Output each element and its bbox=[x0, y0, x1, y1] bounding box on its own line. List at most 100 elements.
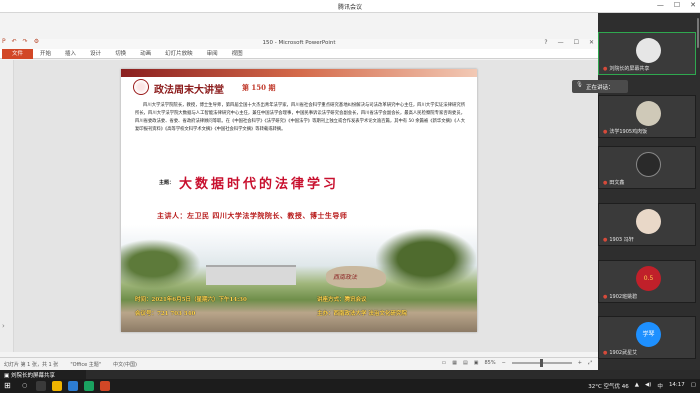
tree-right bbox=[376, 229, 476, 289]
participant-name: 1902班姚碧 bbox=[609, 294, 638, 300]
speaker-bio: 四川大学法学院院长，教授，博士生导师，第四届全国十大杰出青年法学家，四川省社会科… bbox=[135, 103, 465, 133]
mic-muted-icon: ● bbox=[603, 180, 608, 186]
ppt-window-controls: ? — ☐ ✕ bbox=[544, 39, 594, 46]
zoom-level[interactable]: 85% bbox=[484, 360, 495, 366]
tab-view[interactable]: 视图 bbox=[225, 49, 250, 59]
lecture-series-title: 政法周末大讲堂 bbox=[154, 85, 224, 96]
minimize-icon[interactable]: — bbox=[657, 1, 664, 9]
participant-name: 刘院长的屏幕共享 bbox=[609, 66, 650, 72]
slide-top-band bbox=[121, 69, 477, 77]
building bbox=[206, 265, 296, 285]
mic-muted-icon: ● bbox=[603, 129, 608, 135]
normal-view-icon[interactable]: ▭ bbox=[442, 360, 447, 366]
zoom-out-icon[interactable]: − bbox=[502, 360, 506, 366]
zoom-knob[interactable] bbox=[539, 359, 543, 367]
participant-name: 1903 冯轩 bbox=[609, 237, 634, 243]
speaker-line: 主讲人：左卫民 四川大学法学院院长、教授、博士生导师 bbox=[157, 211, 348, 220]
avatar bbox=[636, 152, 661, 177]
taskview-icon[interactable] bbox=[36, 381, 46, 391]
theme-name: "Office 主题" bbox=[70, 362, 102, 368]
slide[interactable]: 政法周末大讲堂 第 150 期 四川大学法学院院长，教授，博士生导师，第四届全国… bbox=[121, 69, 477, 332]
zoom-in-icon[interactable]: + bbox=[578, 360, 582, 366]
ribbon-tabs: 文件 开始 插入 设计 切换 动画 幻灯片放映 审阅 视图 bbox=[0, 48, 598, 59]
search-icon[interactable]: ○ bbox=[22, 382, 27, 389]
tab-design[interactable]: 设计 bbox=[83, 49, 108, 59]
avatar bbox=[636, 209, 661, 234]
browser-icon[interactable] bbox=[68, 381, 78, 391]
screen: 腾讯会议 — ☐ ✕ P ↶ ↷ ⚙ 150 - Microsoft Power… bbox=[0, 0, 700, 393]
avatar bbox=[636, 101, 661, 126]
tab-insert[interactable]: 插入 bbox=[58, 49, 83, 59]
tab-review[interactable]: 审阅 bbox=[200, 49, 225, 59]
participant-name: 田文鑫 bbox=[609, 180, 625, 186]
panel-scrollbar[interactable] bbox=[697, 18, 699, 48]
powerpoint-icon[interactable] bbox=[100, 381, 110, 391]
close-icon[interactable]: ✕ bbox=[690, 1, 696, 9]
slideshow-view-icon[interactable]: ▣ bbox=[474, 360, 479, 366]
clock[interactable]: 14:17 bbox=[669, 382, 685, 390]
lecture-method: 讲座方式：腾讯会议 bbox=[317, 297, 367, 303]
organizer: 主办：西南政法大学 法治文化研究院 bbox=[317, 311, 407, 317]
meeting-app-icon[interactable] bbox=[84, 381, 94, 391]
sorter-view-icon[interactable]: ▦ bbox=[452, 360, 457, 366]
thumbnail-pane[interactable]: › bbox=[0, 60, 14, 352]
participant-tile[interactable]: 学琴 ● 1902武星艾 bbox=[598, 316, 696, 359]
lecture-time: 时间：2021年6月5日（星期六）下午14:30 bbox=[135, 297, 247, 303]
tab-transitions[interactable]: 切换 bbox=[108, 49, 133, 59]
participant-tile[interactable]: ● 田文鑫 bbox=[598, 146, 696, 189]
minimize-icon[interactable]: — bbox=[558, 39, 564, 46]
zoom-slider[interactable] bbox=[511, 359, 572, 367]
taskbar: ⊞ ○ 32°C 空气优 46 ▲ ◀) 中 14:17 ▢ bbox=[0, 379, 700, 393]
close-icon[interactable]: ✕ bbox=[589, 39, 594, 46]
participant-name: 法学1905鸡肉饭 bbox=[609, 129, 648, 135]
fit-slide-icon[interactable]: ⤢ bbox=[588, 360, 592, 366]
system-tray: 32°C 空气优 46 ▲ ◀) 中 14:17 ▢ bbox=[588, 382, 696, 390]
mic-muted-icon: ● bbox=[603, 350, 608, 356]
network-icon[interactable]: ▲ bbox=[635, 382, 639, 390]
mic-muted-icon: ● bbox=[603, 66, 608, 72]
tree-left bbox=[121, 239, 201, 289]
tab-file[interactable]: 文件 bbox=[2, 48, 34, 59]
issue-number: 第 150 期 bbox=[242, 83, 276, 92]
screen-share-notice[interactable]: ▣ 刘院长的屏幕共享 bbox=[0, 370, 86, 379]
input-method[interactable]: 中 bbox=[657, 382, 663, 390]
start-icon[interactable]: ⊞ bbox=[4, 381, 11, 390]
tab-home[interactable]: 开始 bbox=[33, 49, 58, 59]
maximize-icon[interactable]: ☐ bbox=[674, 1, 680, 9]
avatar bbox=[636, 38, 661, 63]
mic-muted-icon: ● bbox=[603, 237, 608, 243]
participant-tile[interactable]: ● 法学1905鸡肉饭 bbox=[598, 95, 696, 138]
meeting-number: 会议号：721 703 340 bbox=[135, 311, 196, 317]
participant-tile[interactable]: 0.5 ● 1902班姚碧 bbox=[598, 260, 696, 303]
participant-tile[interactable]: ● 刘院长的屏幕共享 bbox=[598, 32, 696, 75]
avatar: 学琴 bbox=[636, 322, 661, 347]
ppt-status-bar: 幻灯片 第 1 张，共 1 张 "Office 主题" 中文(中国) ▭ ▦ ▤… bbox=[0, 357, 598, 369]
speaking-indicator: 🎙 正在讲话： bbox=[572, 80, 628, 93]
file-explorer-icon[interactable] bbox=[52, 381, 62, 391]
slide-counter: 幻灯片 第 1 张，共 1 张 bbox=[4, 362, 59, 368]
rock-inscription: 西南政法 bbox=[333, 274, 358, 281]
maximize-icon[interactable]: ☐ bbox=[574, 39, 579, 46]
meeting-window-controls: — ☐ ✕ bbox=[657, 1, 696, 9]
tab-slideshow[interactable]: 幻灯片放映 bbox=[158, 49, 200, 59]
participant-name: 1902武星艾 bbox=[609, 350, 638, 356]
ppt-window-title: 150 - Microsoft PowerPoint bbox=[262, 40, 336, 46]
avatar: 0.5 bbox=[636, 266, 661, 291]
meeting-title: 腾讯会议 bbox=[337, 4, 362, 11]
lecture-topic: 大数据时代的法律学习 bbox=[179, 177, 340, 192]
meeting-titlebar: 腾讯会议 — ☐ ✕ bbox=[0, 0, 700, 13]
notification-icon[interactable]: ▢ bbox=[691, 382, 696, 390]
university-emblem-icon bbox=[133, 79, 149, 95]
weather-widget[interactable]: 32°C 空气优 46 bbox=[588, 382, 629, 390]
participant-tile[interactable]: ● 1903 冯轩 bbox=[598, 203, 696, 246]
speaking-label: 正在讲话： bbox=[586, 85, 614, 91]
microphone-icon: 🎙 bbox=[576, 82, 583, 88]
reading-view-icon[interactable]: ▤ bbox=[463, 360, 468, 366]
topic-label: 主题： bbox=[159, 180, 175, 186]
help-icon[interactable]: ? bbox=[544, 39, 547, 46]
language[interactable]: 中文(中国) bbox=[113, 361, 137, 368]
expand-pane-icon[interactable]: › bbox=[2, 322, 5, 330]
mic-muted-icon: ● bbox=[603, 294, 608, 300]
volume-icon[interactable]: ◀) bbox=[645, 382, 651, 390]
tab-animations[interactable]: 动画 bbox=[133, 49, 158, 59]
